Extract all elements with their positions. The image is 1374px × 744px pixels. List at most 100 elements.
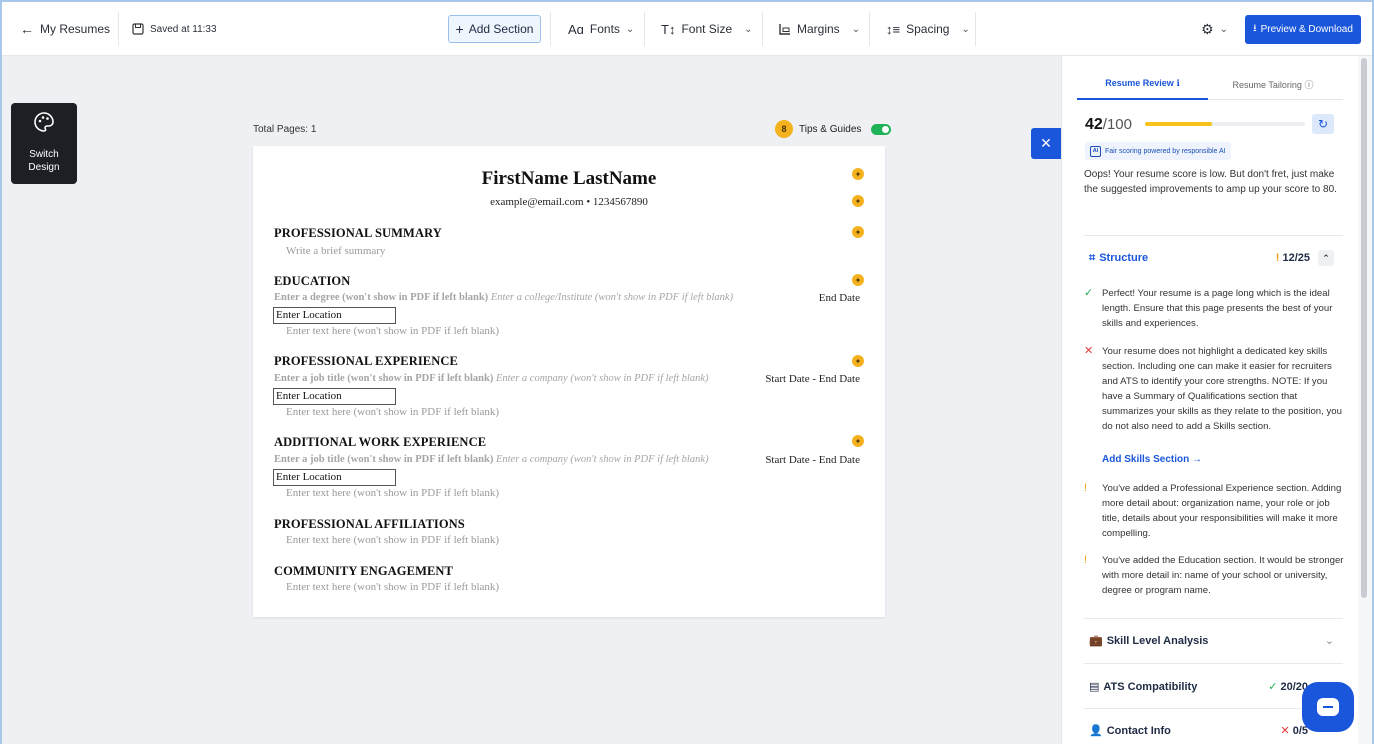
structure-item-ok: ✓ Perfect! Your resume is a page long wh… <box>1084 286 1344 331</box>
education-text-placeholder[interactable]: Enter text here (won't show in PDF if le… <box>286 325 499 337</box>
section-title-education[interactable]: EDUCATION <box>274 274 350 289</box>
structure-item-warning: ! You've added a Professional Experience… <box>1084 481 1344 541</box>
refresh-icon: ↻ <box>1317 117 1329 131</box>
structure-score-value: 12/25 <box>1282 252 1310 264</box>
back-label: My Resumes <box>40 22 111 36</box>
document-icon: ▤ <box>1089 681 1100 693</box>
chat-support-button[interactable] <box>1302 682 1354 732</box>
settings-dropdown[interactable]: ⚙ ⌄ <box>1201 2 1228 56</box>
tip-bulb-icon[interactable]: ✦ <box>852 355 864 367</box>
saved-status: Saved at 11:33 <box>132 2 217 56</box>
ai-chip-icon: AI <box>1090 145 1101 157</box>
structure-item-text: You've added the Education section. It w… <box>1102 555 1344 596</box>
download-icon: ⭳ <box>1253 23 1257 34</box>
add-section-label: Add Section <box>468 22 534 36</box>
additional-dates[interactable]: Start Date - End Date <box>765 454 860 466</box>
spacing-icon: ↕≡ <box>886 21 901 37</box>
contact-section-header[interactable]: 👤 Contact Info ✕ 0/5 <box>1089 724 1334 738</box>
structure-section-header[interactable]: ⌗ Structure ! 12/25 ⌃ <box>1089 250 1334 266</box>
college-placeholder[interactable]: Enter a college/Institute (won't show in… <box>491 292 733 303</box>
tips-count-badge: 8 <box>775 120 793 138</box>
ats-label: ATS Compatibility <box>1103 680 1198 693</box>
experience-dates[interactable]: Start Date - End Date <box>765 373 860 385</box>
degree-placeholder[interactable]: Enter a degree (won't show in PDF if lef… <box>274 292 488 303</box>
experience-location-input[interactable]: Enter Location <box>273 388 396 405</box>
saved-label: Saved at 11:33 <box>150 23 217 35</box>
education-degree-line[interactable]: Enter a degree (won't show in PDF if lef… <box>274 292 733 303</box>
tab-resume-tailoring[interactable]: Resume Tailoring ⓘ <box>1208 78 1338 91</box>
chevron-up-icon[interactable]: ⌃ <box>1318 250 1334 266</box>
structure-item-text: You've added a Professional Experience s… <box>1102 483 1342 539</box>
section-title-additional-experience[interactable]: ADDITIONAL WORK EXPERIENCE <box>274 435 486 450</box>
education-location-input[interactable]: Enter Location <box>273 307 396 324</box>
tips-guides: 8 Tips & Guides <box>775 120 892 138</box>
margins-icon <box>779 23 790 35</box>
scrollbar-thumb[interactable] <box>1361 58 1367 598</box>
back-to-resumes-button[interactable]: ← My Resumes <box>20 2 110 56</box>
chevron-down-icon: ⌄ <box>625 23 635 35</box>
font-size-dropdown[interactable]: T↕ Font Size ⌄ <box>661 2 753 56</box>
toolbar-divider <box>762 12 763 46</box>
total-pages: Total Pages: 1 <box>253 124 317 135</box>
resume-name[interactable]: FirstName LastName <box>253 168 885 190</box>
job-title-placeholder[interactable]: Enter a job title (won't show in PDF if … <box>274 454 493 465</box>
close-panel-button[interactable]: ✕ <box>1031 128 1061 159</box>
tip-bulb-icon[interactable]: ✦ <box>852 168 864 180</box>
chevron-down-icon: ⌄ <box>744 23 753 35</box>
spacing-dropdown[interactable]: ↕≡ Spacing ⌄ <box>886 2 970 56</box>
plus-icon: + <box>455 21 464 37</box>
info-icon: ℹ <box>1176 78 1180 88</box>
section-title-community[interactable]: COMMUNITY ENGAGEMENT <box>274 564 453 579</box>
company-placeholder[interactable]: Enter a company (won't show in PDF if le… <box>496 454 709 465</box>
structure-label-wrap: ⌗ Structure <box>1089 252 1276 265</box>
community-text-placeholder[interactable]: Enter text here (won't show in PDF if le… <box>286 581 499 593</box>
structure-score: ! 12/25 <box>1275 252 1310 264</box>
structure-item-warning: ! You've added the Education section. It… <box>1084 553 1344 598</box>
score-max: /100 <box>1102 116 1132 133</box>
arrow-left-icon: ← <box>20 21 34 37</box>
section-title-affiliations[interactable]: PROFESSIONAL AFFILIATIONS <box>274 517 465 532</box>
resume-contact[interactable]: example@email.com • 1234567890 <box>253 196 885 208</box>
tip-bulb-icon[interactable]: ✦ <box>852 435 864 447</box>
summary-placeholder[interactable]: Write a brief summary <box>286 245 385 257</box>
spacing-label: Spacing <box>906 22 950 36</box>
fonts-dropdown[interactable]: Aɑ Fonts ⌄ <box>568 2 634 56</box>
skill-level-label: Skill Level Analysis <box>1106 634 1209 647</box>
chevron-down-icon: ⌄ <box>961 23 970 35</box>
cross-icon: ✕ <box>1084 345 1094 357</box>
tip-bulb-icon[interactable]: ✦ <box>852 274 864 286</box>
affiliations-text-placeholder[interactable]: Enter text here (won't show in PDF if le… <box>286 534 499 546</box>
structure-item-text: Your resume does not highlight a dedicat… <box>1102 346 1342 432</box>
refresh-score-button[interactable]: ↻ <box>1312 114 1334 134</box>
additional-location-input[interactable]: Enter Location <box>273 469 396 486</box>
section-title-summary[interactable]: PROFESSIONAL SUMMARY <box>274 226 442 241</box>
add-section-button[interactable]: + Add Section <box>448 15 541 43</box>
tip-bulb-icon[interactable]: ✦ <box>852 195 864 207</box>
panel-scrollbar[interactable] <box>1358 56 1372 744</box>
experience-job-line[interactable]: Enter a job title (won't show in PDF if … <box>274 373 708 384</box>
tab-resume-review[interactable]: Resume Review ℹ <box>1077 78 1208 89</box>
tip-bulb-icon[interactable]: ✦ <box>852 226 864 238</box>
margins-dropdown[interactable]: Margins ⌄ <box>778 2 860 56</box>
additional-text-placeholder[interactable]: Enter text here (won't show in PDF if le… <box>286 487 499 499</box>
toolbar-divider <box>975 12 976 46</box>
job-title-placeholder[interactable]: Enter a job title (won't show in PDF if … <box>274 373 493 384</box>
section-title-experience[interactable]: PROFESSIONAL EXPERIENCE <box>274 354 458 369</box>
resume-score: 42/100 <box>1085 116 1132 134</box>
fair-scoring-label: Fair scoring powered by responsible AI <box>1105 147 1226 155</box>
skill-level-section-header[interactable]: 💼 Skill Level Analysis ⌄ <box>1089 634 1334 648</box>
switch-design-button[interactable]: Switch Design <box>11 103 77 184</box>
add-skills-section-link[interactable]: Add Skills Section → <box>1102 454 1202 465</box>
tips-toggle[interactable] <box>871 123 892 135</box>
experience-text-placeholder[interactable]: Enter text here (won't show in PDF if le… <box>286 406 499 418</box>
user-icon: 👤 <box>1089 725 1103 737</box>
company-placeholder[interactable]: Enter a company (won't show in PDF if le… <box>496 373 709 384</box>
palette-icon <box>11 111 77 138</box>
panel-divider <box>1084 663 1343 664</box>
additional-job-line[interactable]: Enter a job title (won't show in PDF if … <box>274 454 708 465</box>
education-end-date[interactable]: End Date <box>819 292 860 304</box>
tips-label: Tips & Guides <box>799 123 862 135</box>
preview-download-button[interactable]: ⭳ Preview & Download <box>1245 15 1361 44</box>
close-icon: ✕ <box>1040 135 1052 152</box>
ats-section-header[interactable]: ▤ ATS Compatibility ✓ 20/20 <box>1089 680 1334 694</box>
